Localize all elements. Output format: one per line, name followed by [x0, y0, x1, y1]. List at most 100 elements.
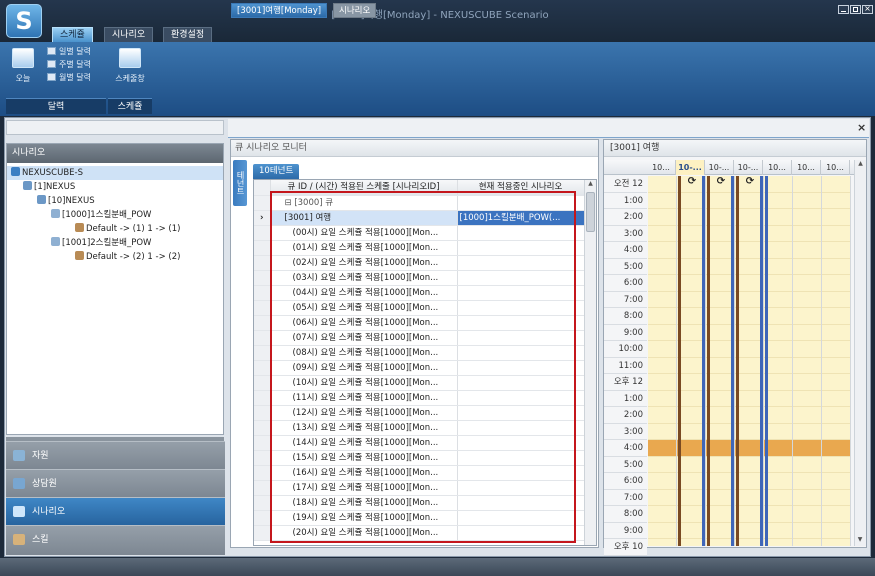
time-slot[interactable]: [822, 226, 850, 242]
time-slot[interactable]: [706, 242, 734, 259]
calendar-scroll-down-icon[interactable]: ▼: [855, 536, 865, 546]
time-slot[interactable]: [764, 275, 792, 292]
time-slot[interactable]: [677, 490, 705, 506]
schedule-window-button[interactable]: 스케줄창: [110, 48, 150, 85]
time-slot[interactable]: [793, 374, 821, 391]
time-slot[interactable]: [648, 457, 676, 473]
time-slot[interactable]: [735, 292, 763, 308]
time-slot[interactable]: [822, 424, 850, 440]
time-slot[interactable]: [822, 374, 850, 391]
time-slot[interactable]: [735, 358, 763, 374]
schedule-bar[interactable]: [678, 176, 681, 546]
schedule-bar-edge[interactable]: [765, 176, 768, 546]
time-slot[interactable]: [677, 242, 705, 259]
time-slot[interactable]: [793, 457, 821, 473]
today-button[interactable]: 오늘: [10, 48, 36, 85]
time-slot[interactable]: [822, 292, 850, 308]
time-slot[interactable]: [793, 473, 821, 490]
time-slot[interactable]: [677, 539, 705, 546]
schedule-bar-edge[interactable]: [731, 176, 734, 546]
time-slot[interactable]: [677, 308, 705, 325]
time-slot[interactable]: [677, 407, 705, 424]
time-slot[interactable]: [822, 193, 850, 209]
time-slot[interactable]: [793, 275, 821, 292]
refresh-icon[interactable]: ⟳: [685, 176, 699, 187]
time-slot[interactable]: [764, 176, 792, 193]
tree-node-nexus-10[interactable]: [10]NEXUS: [7, 194, 223, 208]
ribbon-tab-schedule[interactable]: 스케쥴: [52, 27, 93, 42]
time-slot[interactable]: [735, 490, 763, 506]
nav-scenario[interactable]: 시나리오: [6, 497, 225, 525]
day-header[interactable]: 10-...: [705, 160, 734, 175]
ribbon-tab-settings[interactable]: 환경설정: [163, 27, 213, 42]
time-slot[interactable]: [677, 473, 705, 490]
day-column[interactable]: [648, 176, 677, 546]
refresh-icon[interactable]: ⟳: [714, 176, 728, 187]
time-slot[interactable]: [648, 259, 676, 275]
time-slot[interactable]: [648, 308, 676, 325]
time-slot[interactable]: [793, 407, 821, 424]
time-slot[interactable]: [793, 259, 821, 275]
time-slot[interactable]: [735, 226, 763, 242]
time-slot[interactable]: [648, 209, 676, 226]
minimize-button[interactable]: [838, 5, 849, 14]
time-slot[interactable]: [793, 341, 821, 358]
time-slot[interactable]: [706, 391, 734, 407]
day-header[interactable]: 10...: [792, 160, 821, 175]
day-column[interactable]: [822, 176, 851, 546]
time-slot[interactable]: [648, 226, 676, 242]
time-slot[interactable]: [735, 440, 763, 457]
refresh-icon[interactable]: ⟳: [743, 176, 757, 187]
queue-grid-scrollbar[interactable]: ▲: [584, 180, 596, 545]
time-slot[interactable]: [648, 358, 676, 374]
time-slot[interactable]: [793, 358, 821, 374]
time-slot[interactable]: [648, 506, 676, 523]
time-slot[interactable]: [648, 539, 676, 546]
time-slot[interactable]: [677, 275, 705, 292]
time-slot[interactable]: [648, 275, 676, 292]
time-slot[interactable]: [648, 325, 676, 341]
time-slot[interactable]: [706, 440, 734, 457]
time-slot[interactable]: [677, 193, 705, 209]
time-slot[interactable]: [706, 473, 734, 490]
time-slot[interactable]: [648, 424, 676, 440]
time-slot[interactable]: [822, 407, 850, 424]
time-slot[interactable]: [822, 473, 850, 490]
time-slot[interactable]: [648, 193, 676, 209]
time-slot[interactable]: [677, 341, 705, 358]
time-slot[interactable]: [764, 424, 792, 440]
calendar-scroll-up-icon[interactable]: ▲: [855, 160, 866, 170]
time-slot[interactable]: [648, 341, 676, 358]
time-slot[interactable]: [706, 275, 734, 292]
time-slot[interactable]: [735, 325, 763, 341]
day-column[interactable]: [793, 176, 822, 546]
time-slot[interactable]: [793, 209, 821, 226]
time-slot[interactable]: [764, 193, 792, 209]
time-slot[interactable]: [648, 407, 676, 424]
time-slot[interactable]: [677, 209, 705, 226]
time-slot[interactable]: [677, 325, 705, 341]
time-slot[interactable]: [735, 374, 763, 391]
time-slot[interactable]: [735, 308, 763, 325]
monthly-calendar-button[interactable]: 월별 달력: [47, 71, 107, 84]
time-slot[interactable]: [677, 440, 705, 457]
time-slot[interactable]: [648, 242, 676, 259]
time-slot[interactable]: [822, 242, 850, 259]
time-slot[interactable]: [822, 209, 850, 226]
nav-agent[interactable]: 상담원: [6, 469, 225, 497]
time-slot[interactable]: [793, 523, 821, 539]
schedule-bar-edge[interactable]: [760, 176, 763, 546]
scroll-up-icon[interactable]: ▲: [585, 180, 596, 190]
day-header[interactable]: 10...: [647, 160, 676, 175]
time-slot[interactable]: [648, 473, 676, 490]
time-slot[interactable]: [706, 325, 734, 341]
nav-skill[interactable]: 스킬: [6, 525, 225, 555]
time-slot[interactable]: [822, 259, 850, 275]
time-slot[interactable]: [735, 193, 763, 209]
time-slot[interactable]: [648, 490, 676, 506]
time-slot[interactable]: [793, 539, 821, 546]
time-slot[interactable]: [735, 259, 763, 275]
time-slot[interactable]: [822, 176, 850, 193]
time-slot[interactable]: [706, 374, 734, 391]
time-slot[interactable]: [735, 391, 763, 407]
